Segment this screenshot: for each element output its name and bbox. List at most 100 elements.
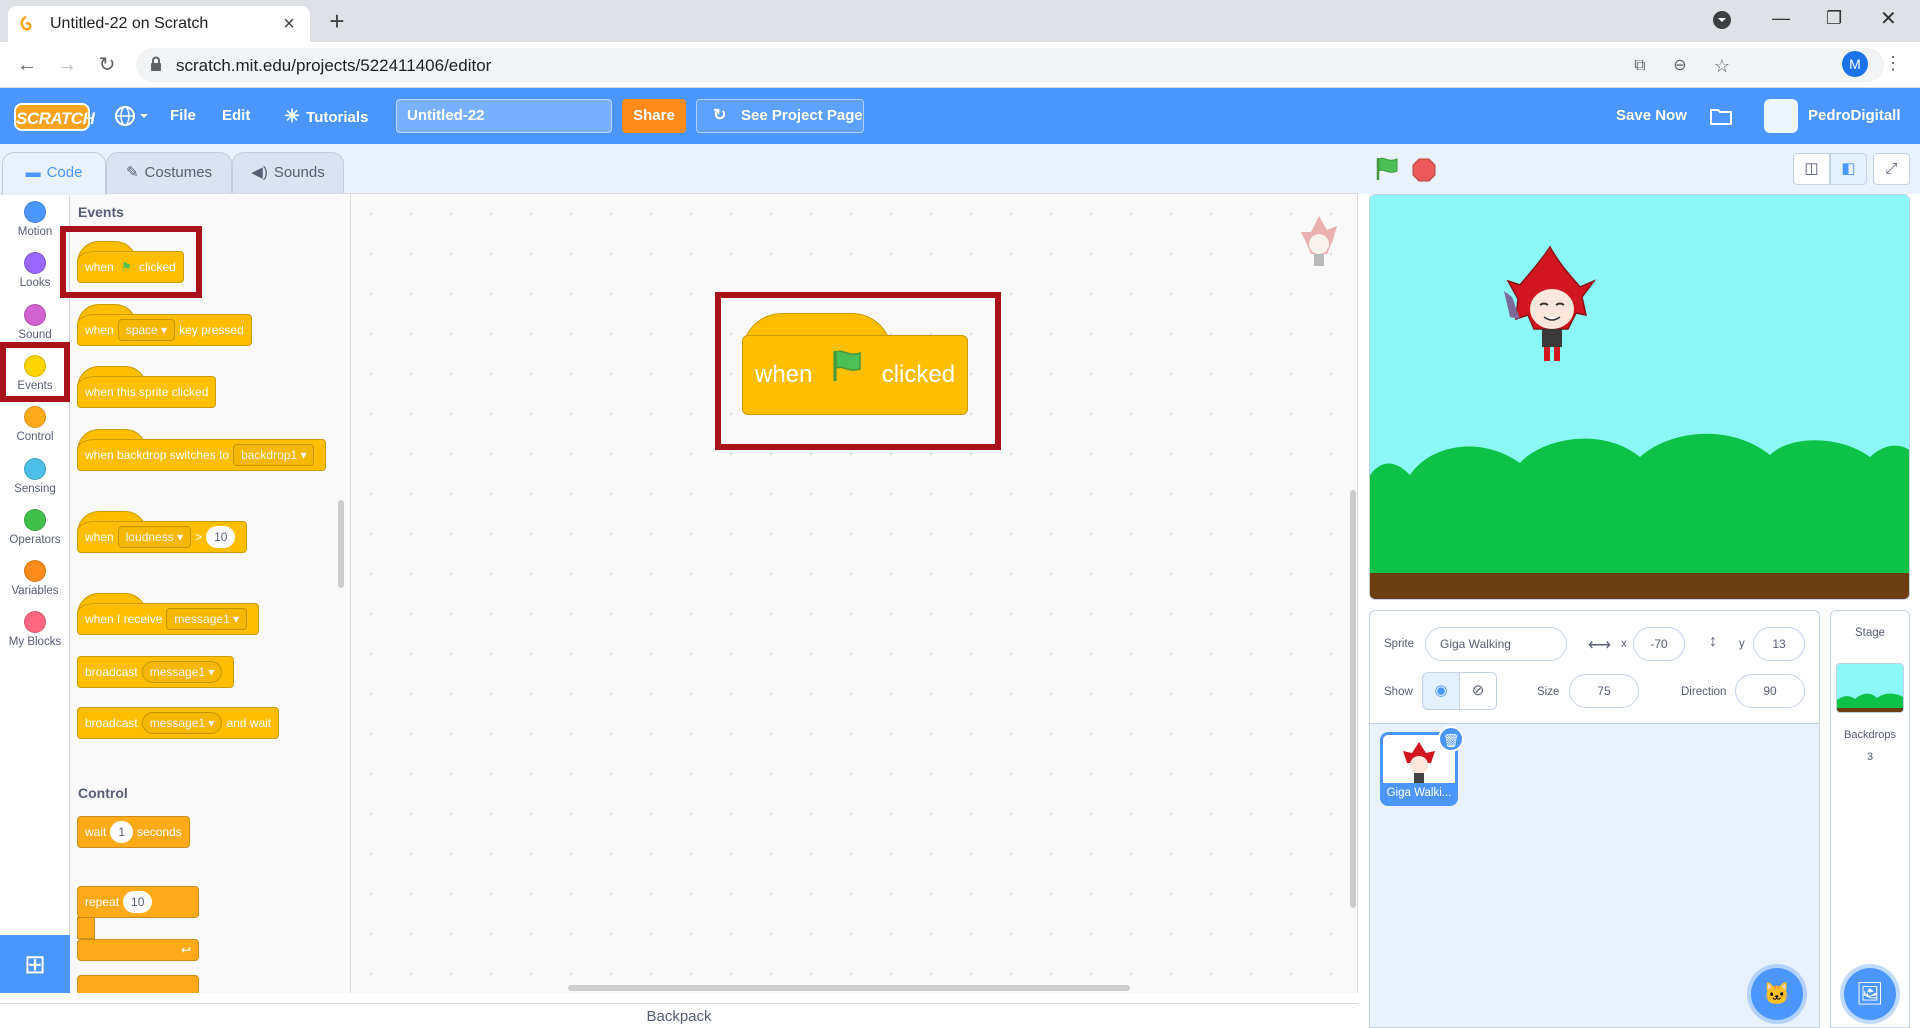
x-position-input[interactable]: -70 (1633, 627, 1685, 661)
new-tab-button[interactable]: + (322, 6, 352, 36)
tutorials-button[interactable]: ☀ Tutorials (284, 88, 368, 144)
username-label: PedroDigitall (1808, 107, 1901, 124)
address-bar[interactable]: scratch.mit.edu/projects/522411406/edito… (136, 48, 1884, 82)
broadcast-block[interactable]: broadcast message1 ▾ (77, 656, 235, 688)
save-now-button[interactable]: Save Now (1616, 88, 1687, 144)
show-hidden-button[interactable]: ⊘ (1459, 672, 1497, 710)
bookmark-star-icon[interactable]: ☆ (1712, 56, 1732, 76)
category-sound[interactable]: Sound (0, 297, 70, 348)
minimize-icon[interactable]: — (1772, 8, 1790, 29)
sensor-dropdown[interactable]: loudness ▾ (117, 526, 192, 548)
sprite-pane: Sprite Giga Walking ⟷ x -70 ↕ y 13 Show … (1369, 610, 1820, 1028)
category-label: Control (16, 431, 54, 444)
normal-stage-icon: ◧ (1841, 160, 1856, 177)
my-stuff-folder-icon[interactable] (1710, 88, 1732, 144)
category-control[interactable]: Control (0, 399, 70, 450)
green-flag-button[interactable] (1374, 156, 1400, 187)
block-text: seconds (137, 825, 182, 839)
workspace-vertical-scrollbar[interactable] (1350, 490, 1356, 908)
reload-icon[interactable]: ↻ (94, 52, 120, 78)
delete-sprite-button[interactable]: 🗑 (1438, 726, 1464, 752)
category-variables[interactable]: Variables (0, 553, 70, 604)
size-input[interactable]: 75 (1569, 674, 1639, 708)
when-i-receive-block[interactable]: when I receive message1 ▾ (77, 603, 260, 635)
edit-menu[interactable]: Edit (222, 88, 250, 144)
broadcast-and-wait-block[interactable]: broadcast message1 ▾ and wait (77, 707, 280, 739)
eye-crossed-icon: ⊘ (1471, 682, 1485, 699)
wait-seconds-block[interactable]: wait 1 seconds (77, 816, 190, 848)
add-extension-button[interactable]: ⊞ (0, 935, 70, 993)
y-position-input[interactable]: 13 (1753, 627, 1805, 661)
url-text: scratch.mit.edu/projects/522411406/edito… (176, 56, 492, 75)
sprite-info-panel: Sprite Giga Walking ⟷ x -70 ↕ y 13 Show … (1370, 611, 1819, 724)
tab-code[interactable]: ▬ Code (2, 152, 106, 195)
translate-icon[interactable]: ⧉ (1630, 56, 1650, 76)
tab-sounds[interactable]: ◀) Sounds (232, 152, 344, 194)
x-arrows-icon: ⟷ (1588, 637, 1611, 654)
profile-avatar[interactable]: M (1842, 51, 1868, 77)
sprite-name-input[interactable]: Giga Walking (1425, 627, 1567, 661)
zoom-icon[interactable]: ⊖ (1670, 56, 1690, 76)
workspace-horizontal-scrollbar[interactable] (568, 985, 1130, 991)
repeat-count-input[interactable]: 10 (123, 891, 153, 913)
backdrop-thumbnail[interactable] (1836, 663, 1904, 713)
message-dropdown[interactable]: message1 ▾ (141, 712, 223, 734)
size-label: Size (1537, 686, 1560, 698)
close-window-icon[interactable]: ✕ (1880, 6, 1897, 31)
when-sprite-clicked-block[interactable]: when this sprite clicked (77, 376, 217, 408)
next-control-block[interactable] (77, 975, 199, 993)
browser-menu-icon[interactable]: ⋮ (1882, 52, 1904, 74)
fullscreen-button[interactable]: ⤢ (1873, 153, 1910, 185)
tab-costumes[interactable]: ✎ Costumes (106, 152, 232, 194)
browser-tab[interactable]: Untitled-22 on Scratch × (8, 6, 310, 42)
language-globe-icon[interactable] (114, 88, 150, 144)
choose-backdrop-button[interactable]: 🖼 (1844, 968, 1896, 1020)
share-button[interactable]: Share (622, 99, 686, 133)
stage-selector-pane[interactable]: Stage Backdrops 3 (1830, 610, 1910, 1028)
category-sensing[interactable]: Sensing (0, 451, 70, 502)
backdrop-dropdown[interactable]: backdrop1 ▾ (233, 444, 315, 466)
category-my-blocks[interactable]: My Blocks (0, 604, 70, 655)
sprite-giga-character[interactable] (1498, 245, 1602, 380)
user-avatar[interactable] (1764, 99, 1798, 133)
when-loudness-block[interactable]: when loudness ▾ >10 (77, 521, 248, 553)
restore-icon[interactable]: ❐ (1826, 8, 1842, 29)
normal-stage-button[interactable]: ◧ (1830, 153, 1867, 185)
message-dropdown[interactable]: message1 ▾ (166, 608, 248, 630)
browser-toolbar: ← → ↻ scratch.mit.edu/projects/522411406… (0, 42, 1920, 115)
repeat-block[interactable]: repeat 10 (77, 886, 199, 918)
palette-scrollbar[interactable] (338, 500, 344, 588)
backpack-bar[interactable]: Backpack (0, 1003, 1358, 1028)
block-text: when (85, 530, 114, 544)
project-title-input[interactable]: Untitled-22 (396, 99, 612, 133)
username-menu[interactable]: PedroDigitall ▼ (1808, 88, 1920, 179)
when-key-pressed-block[interactable]: when space ▾ key pressed (77, 314, 252, 346)
file-menu[interactable]: File (170, 88, 196, 144)
scratch-logo[interactable]: SCRATCH (14, 103, 95, 131)
close-tab-icon[interactable]: × (278, 13, 300, 36)
back-icon[interactable]: ← (14, 52, 40, 78)
forward-icon[interactable]: → (54, 52, 80, 78)
category-operators[interactable]: Operators (0, 502, 70, 553)
key-dropdown[interactable]: space ▾ (117, 319, 176, 341)
threshold-input[interactable]: 10 (206, 526, 236, 548)
message-dropdown[interactable]: message1 ▾ (141, 661, 223, 683)
category-color-dot (24, 201, 46, 223)
block-text: and wait (226, 716, 272, 730)
when-backdrop-switches-block[interactable]: when backdrop switches to backdrop1 ▾ (77, 439, 327, 471)
profile-dropdown-icon[interactable] (1712, 10, 1732, 35)
direction-input[interactable]: 90 (1735, 674, 1805, 708)
add-extension-icon: ⊞ (24, 949, 46, 979)
stage-canvas[interactable] (1369, 194, 1910, 600)
show-visible-button[interactable]: ◉ (1422, 672, 1460, 710)
choose-sprite-button[interactable]: 🐱 (1751, 968, 1803, 1020)
see-project-page-button[interactable]: ↻ See Project Page (696, 99, 864, 133)
repeat-block-foot: ↩ (77, 939, 199, 961)
dropdown-value: loudness (125, 530, 174, 544)
stop-button[interactable] (1412, 158, 1436, 187)
small-stage-button[interactable]: ◫ (1793, 153, 1830, 185)
dropdown-value: message1 (149, 716, 206, 730)
category-label: My Blocks (8, 636, 62, 649)
dropdown-value: space (125, 323, 158, 337)
seconds-input[interactable]: 1 (110, 821, 134, 843)
